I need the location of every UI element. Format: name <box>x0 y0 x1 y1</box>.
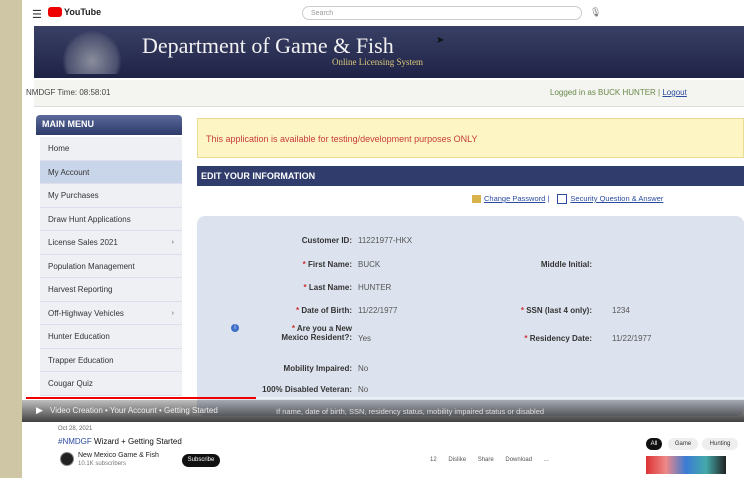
sidebar-item-label: License Sales 2021 <box>48 238 118 247</box>
info-icon[interactable]: i <box>231 324 239 332</box>
ssn-label-text: SSN (last 4 only): <box>526 306 592 315</box>
last-name-label-text: Last Name: <box>308 283 352 292</box>
sidebar-item-my-purchases[interactable]: My Purchases <box>40 184 182 208</box>
sidebar-item-cougar-quiz[interactable]: Cougar Quiz <box>40 372 182 396</box>
sidebar-item-my-account[interactable]: My Account <box>40 160 182 184</box>
video-info-panel <box>22 422 744 478</box>
last-name-value: HUNTER <box>358 283 392 292</box>
youtube-logo-text[interactable]: YouTube <box>64 7 101 17</box>
channel-avatar[interactable] <box>60 452 74 466</box>
residency-date-label: * Residency Date: <box>524 334 592 343</box>
testing-notice: This application is available for testin… <box>197 118 744 158</box>
first-name-value: BUCK <box>358 260 381 269</box>
mobility-label: Mobility Impaired: <box>283 364 352 373</box>
logged-in-status: Logged in as BUCK HUNTER | Logout <box>550 88 687 97</box>
last-name-label: * Last Name: <box>303 283 352 292</box>
logged-in-label: Logged in as BUCK HUNTER | <box>550 88 661 97</box>
sidebar-item-home[interactable]: Home <box>40 137 182 161</box>
ssn-value: 1234 <box>612 306 630 315</box>
video-title: #NMDGF Wizard + Getting Started <box>58 437 182 446</box>
customer-id-label: Customer ID: <box>301 236 352 245</box>
account-links: Change Password | Security Question & An… <box>472 194 663 205</box>
main-menu: Home My Account My Purchases Draw Hunt A… <box>40 137 182 396</box>
server-time: NMDGF Time: 08:58:01 <box>26 88 111 97</box>
logout-link[interactable]: Logout <box>662 88 686 97</box>
mouse-cursor-icon: ➤ <box>436 35 445 46</box>
video-progress-played[interactable] <box>26 397 256 399</box>
chevron-right-icon: › <box>171 239 174 246</box>
residency-date-label-text: Residency Date: <box>529 334 592 343</box>
video-actions: 12 Dislike Share Download ... <box>430 457 559 463</box>
subscriber-count: 10.1K subscribers <box>78 461 127 467</box>
mobility-value: No <box>358 364 369 373</box>
sidebar-item-label: My Account <box>48 167 90 177</box>
first-name-label: * First Name: <box>302 260 352 269</box>
filter-chip-all[interactable]: All <box>646 438 662 450</box>
ssn-label: * SSN (last 4 only): <box>520 306 592 315</box>
related-video-thumbnail[interactable] <box>646 456 726 474</box>
resident-value: Yes <box>358 334 372 343</box>
search-input[interactable]: Search <box>302 6 582 20</box>
sidebar-item-draw-hunt[interactable]: Draw Hunt Applications <box>40 207 182 231</box>
residency-date-value: 11/22/1977 <box>612 334 652 343</box>
sidebar-item-license-sales[interactable]: License Sales 2021 › <box>40 231 182 255</box>
sidebar-item-label: My Purchases <box>48 191 99 200</box>
sidebar-item-label: Harvest Reporting <box>48 285 113 294</box>
sidebar-item-label: Cougar Quiz <box>48 379 93 388</box>
disabled-veteran-label: 100% Disabled Veteran: <box>262 385 352 394</box>
dob-value: 11/22/1977 <box>358 306 398 315</box>
video-caption: If name, date of birth, SSN, residency s… <box>276 407 545 416</box>
security-question-link[interactable]: Security Question & Answer <box>570 194 663 203</box>
video-date: Oct 28, 2021 <box>58 426 93 432</box>
resident-label-line1: Are you a New <box>296 324 352 333</box>
like-button[interactable]: 12 <box>430 457 437 463</box>
document-icon <box>557 194 568 205</box>
download-button[interactable]: Download <box>505 457 532 463</box>
sidebar-item-hunter-education[interactable]: Hunter Education <box>40 325 182 349</box>
chevron-right-icon: › <box>171 309 174 317</box>
sidebar-item-label: Trapper Education <box>48 355 114 365</box>
sidebar-item-label: Population Management <box>48 261 135 271</box>
play-icon[interactable]: ▶ <box>36 405 43 416</box>
first-name-label-text: First Name: <box>307 260 352 269</box>
dislike-button[interactable]: Dislike <box>448 457 466 463</box>
dob-label: * Date of Birth: <box>295 306 352 315</box>
sidebar-item-label: Off-Highway Vehicles <box>48 308 124 318</box>
share-button[interactable]: Share <box>478 457 494 463</box>
resident-label-line2: Mexico Resident?: <box>281 333 352 342</box>
mic-icon[interactable]: 🎙 <box>590 7 601 18</box>
sidebar-item-ohv[interactable]: Off-Highway Vehicles › <box>40 301 182 325</box>
sidebar-item-label: Draw Hunt Applications <box>48 214 131 224</box>
sidebar-item-label: Hunter Education <box>48 332 110 341</box>
video-progress-remaining[interactable] <box>256 397 744 399</box>
more-button[interactable]: ... <box>544 457 549 463</box>
page-subtitle: Online Licensing System <box>332 57 423 67</box>
middle-initial-label: Middle Initial: <box>540 260 592 269</box>
resident-label: * Are you a New Mexico Resident?: <box>281 324 352 342</box>
change-password-link[interactable]: Change Password <box>484 194 545 203</box>
channel-name[interactable]: New Mexico Game & Fish <box>78 452 159 459</box>
filter-chip-hunting[interactable]: Hunting <box>702 438 738 450</box>
browser-frame: ☰ YouTube Search 🎙 Department of Game & … <box>22 0 744 478</box>
key-icon <box>472 195 481 204</box>
customer-id-value: 11221977-HKX <box>358 236 413 245</box>
hamburger-icon[interactable]: ☰ <box>32 8 42 21</box>
elk-logo-icon <box>62 30 122 74</box>
section-title: EDIT YOUR INFORMATION <box>197 166 744 186</box>
sidebar-item-population-management[interactable]: Population Management <box>40 254 182 278</box>
disabled-veteran-value: No <box>358 385 369 394</box>
sidebar-item-harvest-reporting[interactable]: Harvest Reporting <box>40 278 182 302</box>
subscribe-button[interactable]: Subscribe <box>182 454 220 467</box>
video-title-text: Wizard + Getting Started <box>94 437 182 446</box>
dob-label-text: Date of Birth: <box>301 306 352 315</box>
page-title: Department of Game & Fish <box>142 33 394 58</box>
video-chapter[interactable]: Video Creation • Your Account • Getting … <box>50 406 218 415</box>
youtube-logo-icon[interactable] <box>48 7 62 17</box>
video-hashtag[interactable]: #NMDGF <box>58 437 92 446</box>
main-menu-header: MAIN MENU <box>36 115 182 135</box>
sidebar-item-label: Home <box>48 144 70 153</box>
filter-chip-game[interactable]: Game <box>668 438 698 450</box>
sidebar-item-trapper-education[interactable]: Trapper Education <box>40 348 182 372</box>
